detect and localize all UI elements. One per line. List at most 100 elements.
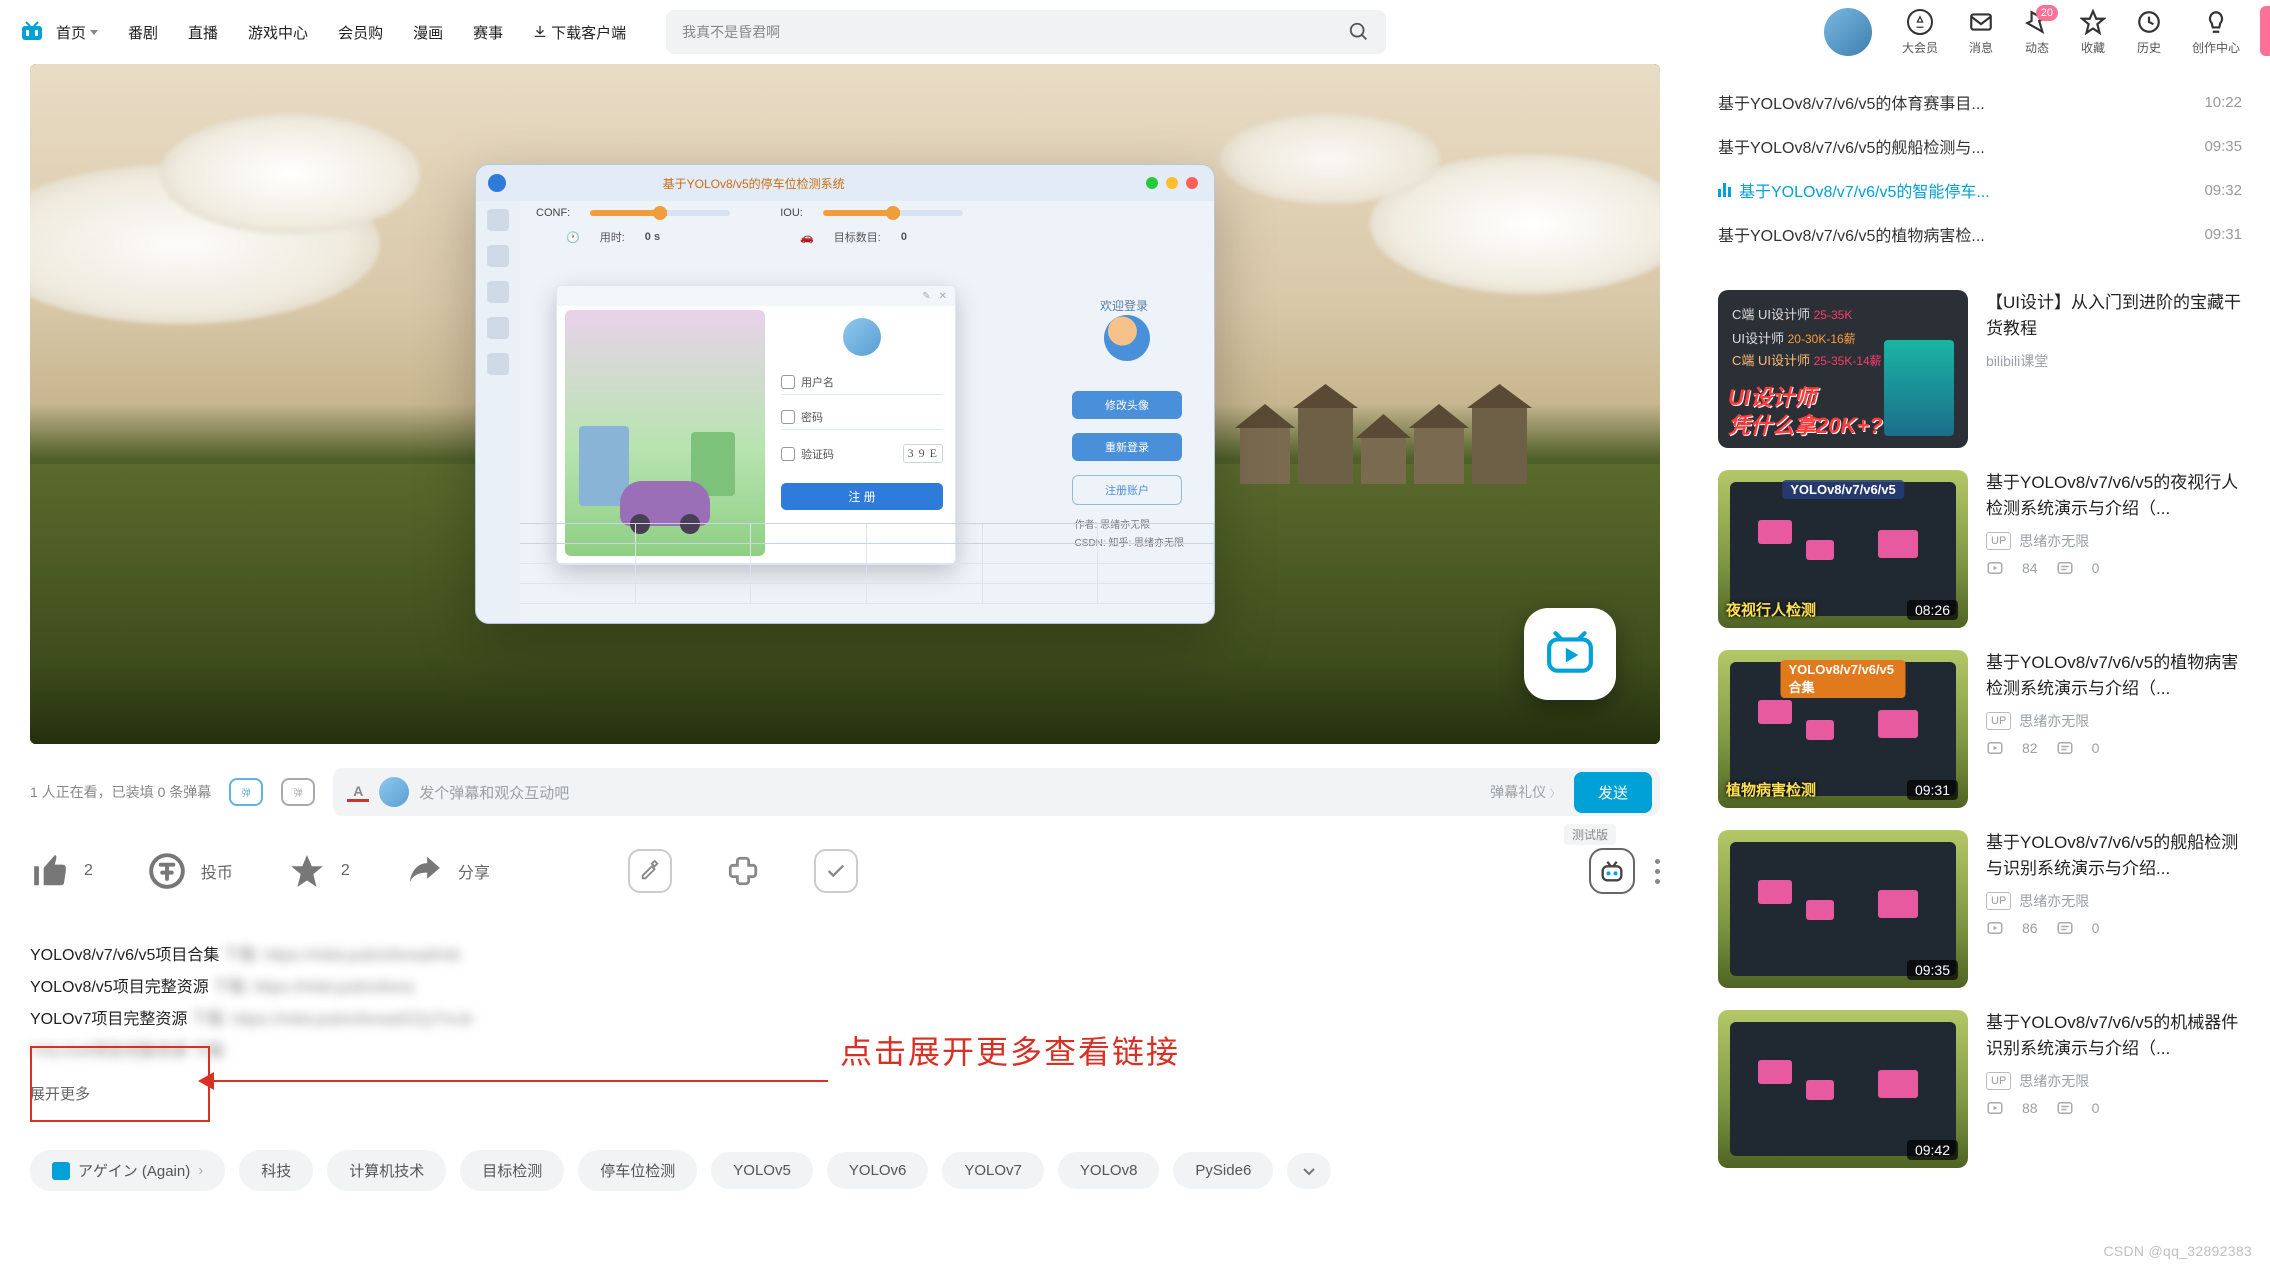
annotation-box <box>30 1046 210 1122</box>
dynamic-badge: 20 <box>2036 5 2058 21</box>
play-count: 86 <box>2022 920 2038 936</box>
star-icon <box>2080 9 2106 35</box>
reco-item[interactable]: 09:42 基于YOLOv8/v7/v6/v5的机械器件识别系统演示与介绍（..… <box>1718 1010 2242 1168</box>
send-button[interactable]: 发送 <box>1574 772 1652 813</box>
danmaku-count: 0 <box>2092 920 2100 936</box>
nav-game[interactable]: 游戏中心 <box>248 22 308 43</box>
tags: アゲイン (Again) › 科技计算机技术目标检测停车位检测 YOLOv5 YOLO… <box>30 1150 1660 1191</box>
reco-author: 思绪亦无限 <box>2019 1071 2089 1091</box>
reco-list: C端 UI设计师 25-35K UI设计师 20-30K-16薪 C端 UI设计… <box>1718 290 2242 1168</box>
duration-badge: 09:35 <box>1907 960 1958 980</box>
playlist-item[interactable]: 基于YOLOv8/v7/v6/v5的植物病害检...09:31 <box>1718 212 2242 256</box>
nav-create[interactable]: 创作中心 <box>2192 9 2240 56</box>
playing-icon <box>1718 183 1731 197</box>
tag[interactable]: YOLOv6 <box>827 1152 929 1189</box>
reco-thumb: 09:35 <box>1718 830 1968 988</box>
reco-item[interactable]: C端 UI设计师 25-35K UI设计师 20-30K-16薪 C端 UI设计… <box>1718 290 2242 448</box>
reco-thumb: YOLOv8/v7/v6/v5 夜视行人检测 08:26 <box>1718 470 1968 628</box>
tags-more[interactable] <box>1287 1153 1331 1189</box>
nav-fav[interactable]: 收藏 <box>2080 9 2106 56</box>
nav-vip[interactable]: 大会员 <box>1902 9 1938 56</box>
up-badge: UP <box>1986 892 2011 910</box>
coin-icon <box>147 851 187 891</box>
chevron-down-icon <box>1301 1163 1317 1179</box>
playlist-item[interactable]: 基于YOLOv8/v7/v6/v5的智能停车...09:32 <box>1718 168 2242 212</box>
check-icon <box>825 860 847 882</box>
danmaku-on-icon: 弹 <box>234 783 258 801</box>
danmaku-count-icon <box>2056 559 2074 577</box>
more-button[interactable] <box>1655 859 1660 884</box>
playlist: 基于YOLOv8/v7/v6/v5的体育赛事目...10:22基于YOLOv8/… <box>1718 80 2242 256</box>
danmaku-count: 0 <box>2092 560 2100 576</box>
duration: 09:31 <box>2204 226 2242 243</box>
top-nav: 首页 番剧 直播 游戏中心 会员购 漫画 赛事 下载客户端 <box>56 22 626 43</box>
watermark: CSDN @qq_32892383 <box>2103 1243 2252 1259</box>
tag[interactable]: 停车位检测 <box>578 1150 697 1191</box>
video-player[interactable]: 基于YOLOv8/v5的停车位检测系统 CONF:IOU: 🕐用时:0 s🚗目标… <box>30 64 1660 744</box>
reco-author: 思绪亦无限 <box>2019 531 2089 551</box>
tag[interactable]: 目标检测 <box>460 1150 564 1191</box>
nav-dyn[interactable]: 动态20 <box>2024 9 2050 56</box>
nav-home[interactable]: 首页 <box>56 22 98 43</box>
nav-match[interactable]: 赛事 <box>473 22 503 43</box>
reco-title: 基于YOLOv8/v7/v6/v5的植物病害检测系统演示与介绍（... <box>1986 650 2242 701</box>
annotation-arrow <box>208 1080 828 1082</box>
duration-badge: 09:31 <box>1907 780 1958 800</box>
duration-badge: 09:42 <box>1907 1140 1958 1160</box>
danmaku-count-icon <box>2056 739 2074 757</box>
favorite-button[interactable]: 2 <box>287 851 350 891</box>
reco-item[interactable]: YOLOv8/v7/v6/v5合集 植物病害检测 09:31 基于YOLOv8/… <box>1718 650 2242 808</box>
danmaku-courtesy[interactable]: 弹幕礼仪 〉 <box>1490 782 1560 802</box>
nav-bangumi[interactable]: 番剧 <box>128 22 158 43</box>
reco-author: bilibili课堂 <box>1986 351 2048 371</box>
search-icon[interactable] <box>1348 21 1370 43</box>
danmaku-placeholder: 发个弹幕和观众互动吧 <box>419 782 569 803</box>
tag[interactable]: 计算机技术 <box>327 1150 446 1191</box>
nav-download[interactable]: 下载客户端 <box>533 22 626 43</box>
reco-author: 思绪亦无限 <box>2019 711 2089 731</box>
like-button[interactable]: 2 <box>30 851 93 891</box>
tag[interactable]: アゲイン (Again) › <box>30 1150 225 1191</box>
danmaku-input[interactable]: A 发个弹幕和观众互动吧 弹幕礼仪 〉 发送 <box>333 768 1660 816</box>
expand-more[interactable]: 展开更多 <box>30 1080 1660 1110</box>
danmaku-toggle-on[interactable]: 弹 <box>229 778 263 806</box>
nav-msg[interactable]: 消息 <box>1968 9 1994 56</box>
reco-thumb: YOLOv8/v7/v6/v5合集 植物病害检测 09:31 <box>1718 650 1968 808</box>
tag[interactable]: YOLOv8 <box>1058 1152 1160 1189</box>
font-color-icon[interactable]: A <box>347 783 369 802</box>
star-icon <box>287 851 327 891</box>
nav-shop[interactable]: 会员购 <box>338 22 383 43</box>
nav-manga[interactable]: 漫画 <box>413 22 443 43</box>
duration: 09:32 <box>2204 182 2242 199</box>
upload-tab[interactable] <box>2260 6 2270 56</box>
ai-label: 测试版 <box>1564 824 1616 845</box>
coin-button[interactable]: 投币 <box>147 851 233 891</box>
search-input[interactable]: 我真不是昏君啊 <box>666 10 1386 54</box>
chevron-down-icon <box>90 30 98 35</box>
tag[interactable]: YOLOv7 <box>942 1152 1044 1189</box>
avatar[interactable] <box>1824 8 1872 56</box>
puzzle-icon[interactable] <box>726 854 760 888</box>
danmaku-count-icon <box>2056 919 2074 937</box>
reco-item[interactable]: 09:35 基于YOLOv8/v7/v6/v5的舰船检测与识别系统演示与介绍..… <box>1718 830 2242 988</box>
video-description: YOLOv8/v7/v6/v5项目合集下载: https://mbd.pub/o… <box>30 940 1660 1110</box>
tag[interactable]: PySide6 <box>1173 1152 1273 1189</box>
playlist-item[interactable]: 基于YOLOv8/v7/v6/v5的体育赛事目...10:22 <box>1718 80 2242 124</box>
demo-window: 基于YOLOv8/v5的停车位检测系统 CONF:IOU: 🕐用时:0 s🚗目标… <box>475 164 1215 624</box>
share-button[interactable]: 分享 <box>404 851 490 891</box>
reco-thumb: 09:42 <box>1718 1010 1968 1168</box>
note-button[interactable] <box>628 849 672 893</box>
check-button[interactable] <box>814 849 858 893</box>
tag[interactable]: 科技 <box>239 1150 313 1191</box>
nav-live[interactable]: 直播 <box>188 22 218 43</box>
bilibili-logo[interactable] <box>20 20 44 44</box>
play-button[interactable] <box>1524 608 1616 700</box>
ai-button[interactable] <box>1589 848 1635 894</box>
nav-history[interactable]: 历史 <box>2136 9 2162 56</box>
reco-item[interactable]: YOLOv8/v7/v6/v5 夜视行人检测 08:26 基于YOLOv8/v7… <box>1718 470 2242 628</box>
tag[interactable]: YOLOv5 <box>711 1152 813 1189</box>
playlist-item[interactable]: 基于YOLOv8/v7/v6/v5的舰船检测与...09:35 <box>1718 124 2242 168</box>
reco-thumb: C端 UI设计师 25-35K UI设计师 20-30K-16薪 C端 UI设计… <box>1718 290 1968 448</box>
thumb-up-icon <box>30 851 70 891</box>
danmaku-toggle-setting[interactable]: 弹 <box>281 778 315 806</box>
